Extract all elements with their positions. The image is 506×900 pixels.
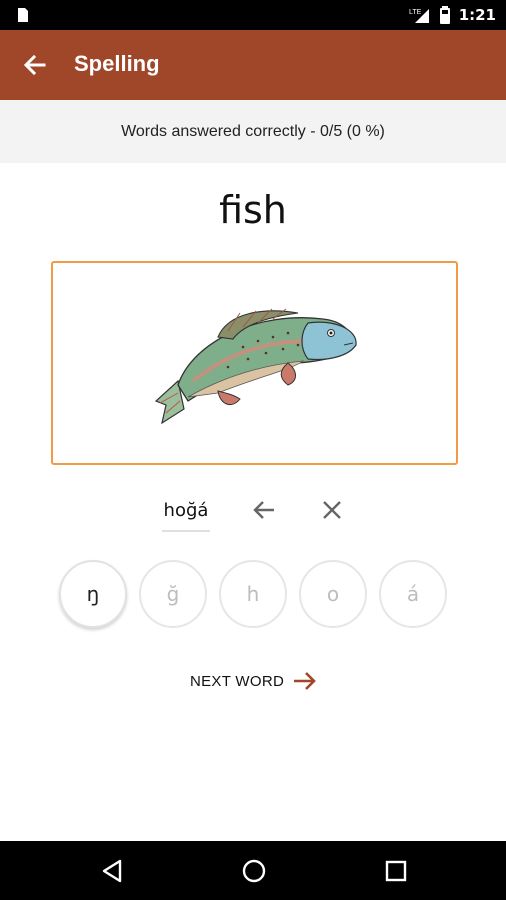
back-triangle-icon[interactable] xyxy=(98,857,126,885)
letter-choices: ŋğhoá xyxy=(59,560,459,632)
app-bar: Spelling xyxy=(0,30,506,100)
word-image-frame xyxy=(51,261,458,465)
score-text: Words answered correctly - 0/5 (0 %) xyxy=(121,122,385,140)
letter-button[interactable]: o xyxy=(299,560,367,628)
signal-icon: LTE xyxy=(409,9,429,23)
arrow-left-icon[interactable] xyxy=(250,496,278,524)
sim-card-icon xyxy=(18,8,28,22)
status-time: 1:21 xyxy=(458,6,496,24)
fish-illustration xyxy=(154,308,357,425)
letter-button[interactable]: ğ xyxy=(139,560,207,628)
network-label: LTE xyxy=(409,9,422,16)
arrow-right-icon xyxy=(294,672,316,690)
next-word-button[interactable]: NEXT WORD xyxy=(190,667,318,695)
arrow-back-icon[interactable] xyxy=(20,50,50,80)
battery-icon xyxy=(439,6,450,24)
letter-button[interactable]: ŋ xyxy=(59,560,127,628)
score-banner: Words answered correctly - 0/5 (0 %) xyxy=(0,100,506,163)
nav-bar xyxy=(0,841,506,900)
target-word: fish xyxy=(219,188,287,232)
page-title: Spelling xyxy=(74,51,160,76)
answer-field[interactable]: hoğá xyxy=(162,498,210,532)
close-icon[interactable] xyxy=(320,496,344,524)
home-circle-icon[interactable] xyxy=(240,857,268,885)
letter-button[interactable]: h xyxy=(219,560,287,628)
next-word-label: NEXT WORD xyxy=(190,672,285,690)
status-bar: LTE 1:21 xyxy=(0,0,506,30)
answer-text: hoğá xyxy=(163,500,209,521)
recents-square-icon[interactable] xyxy=(382,857,410,885)
letter-button[interactable]: á xyxy=(379,560,447,628)
